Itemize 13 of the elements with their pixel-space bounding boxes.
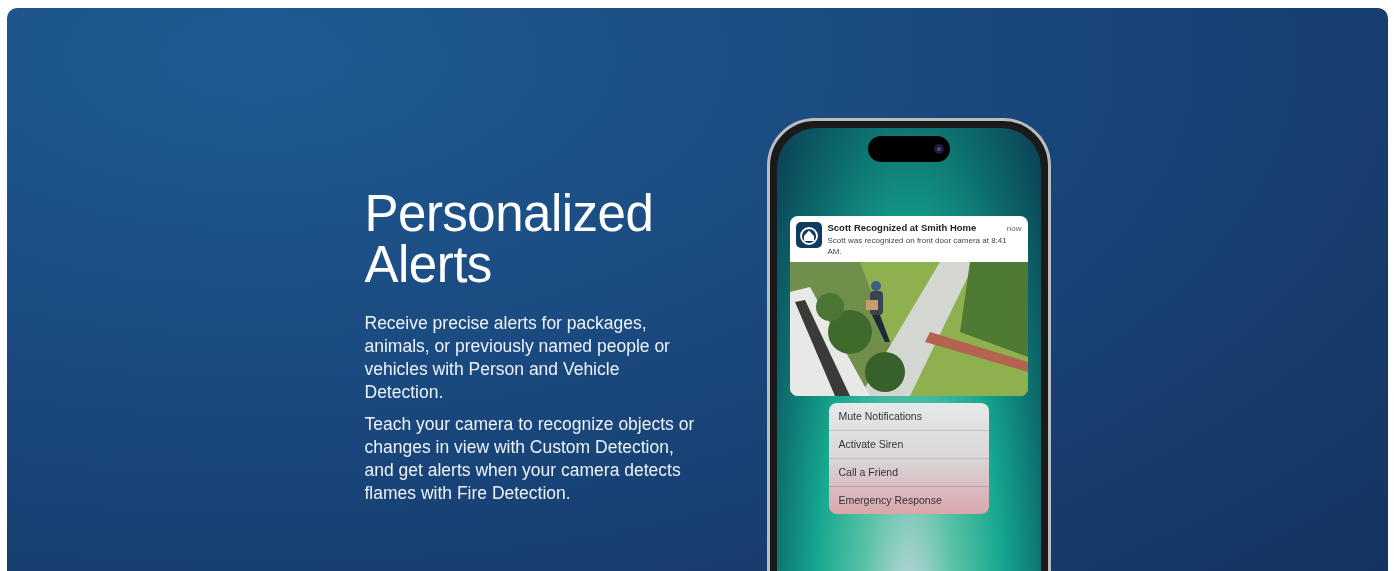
- camera-lens-icon: [933, 144, 944, 154]
- notification-time: now: [1006, 224, 1022, 233]
- menu-item[interactable]: Call a Friend: [828, 458, 989, 486]
- notification-body: Scott was recognized on front door camera at 8:41 AM.: [827, 235, 1008, 257]
- menu-item[interactable]: Mute Notifications: [828, 403, 989, 430]
- menu-item[interactable]: Activate Siren: [828, 430, 989, 458]
- description: Receive precise alerts for packages, animals, or previously named people or vehicles with Person and Vehicle Detection.: [364, 312, 671, 404]
- house-app-icon: [795, 222, 822, 248]
- description: Teach your camera to recognize objects or changes in view with Custom Detection, and get alerts when your camera detects flames with Fire Detection.: [364, 413, 695, 505]
- heading: Personalized Alerts: [364, 188, 655, 290]
- menu-item[interactable]: Emergency Response: [828, 486, 989, 514]
- notification-card[interactable]: Scott Recognized at Smith Home now Scott was recognized on front door camera at 8:41 AM.: [789, 216, 1028, 396]
- notification-title: Scott Recognized at Smith Home: [827, 222, 977, 233]
